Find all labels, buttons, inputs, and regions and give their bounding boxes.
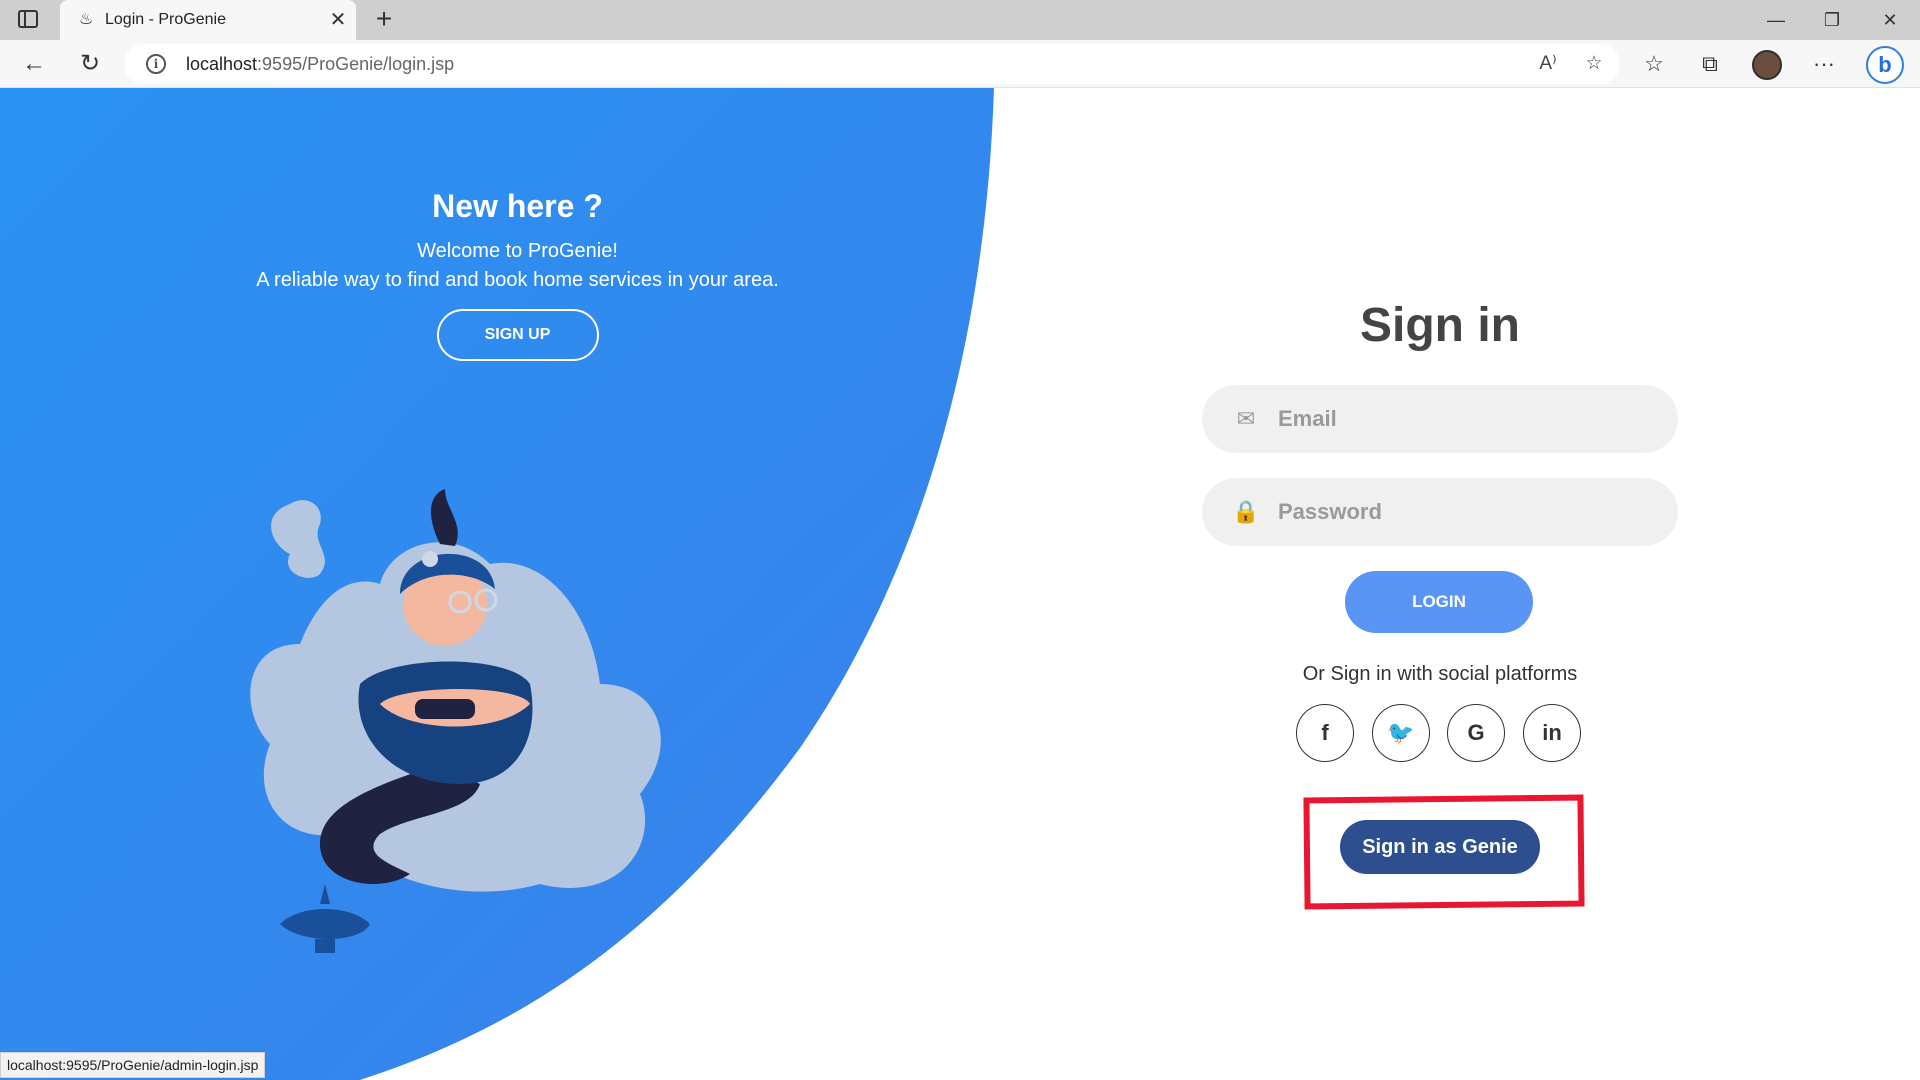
login-button[interactable]: LOGIN (1345, 571, 1533, 633)
signin-title: Sign in (1360, 299, 1520, 352)
reload-icon[interactable]: ↻ (74, 48, 106, 80)
window-close-icon[interactable]: ✕ (1862, 0, 1918, 40)
favorites-icon[interactable]: ☆ (1638, 48, 1670, 80)
read-aloud-icon[interactable]: A⁾ (1534, 50, 1562, 78)
email-field[interactable]: ✉ (1202, 385, 1678, 453)
password-field[interactable]: 🔒 (1202, 478, 1678, 546)
twitter-icon[interactable]: 🐦 (1372, 704, 1430, 762)
bing-icon[interactable]: b (1866, 46, 1904, 84)
url-text[interactable]: localhost:9595/ProGenie/login.jsp (186, 54, 454, 75)
browser-tab[interactable]: ♨ Login - ProGenie ✕ (60, 0, 356, 40)
social-signin-text: Or Sign in with social platforms (1302, 663, 1578, 685)
facebook-icon[interactable]: f (1296, 704, 1354, 762)
new-tab-icon[interactable]: + (368, 4, 400, 36)
url-path: :9595/ProGenie/login.jsp (257, 54, 455, 74)
back-arrow-icon[interactable]: ← (18, 48, 50, 80)
login-page: New here ? Welcome to ProGenie! A reliab… (0, 88, 1920, 1080)
browser-tab-bar: ♨ Login - ProGenie ✕ + — ❐ ✕ (0, 0, 1920, 40)
profile-avatar[interactable] (1752, 50, 1782, 80)
info-icon[interactable]: i (146, 54, 166, 74)
browser-toolbar: ← ↻ i localhost:9595/ProGenie/login.jsp … (0, 40, 1920, 88)
hero-tagline: A reliable way to find and book home ser… (256, 269, 779, 291)
email-input[interactable] (1278, 399, 1658, 439)
hero-title: New here ? (432, 188, 603, 224)
google-icon[interactable]: G (1447, 704, 1505, 762)
restore-icon[interactable]: ❐ (1804, 0, 1860, 40)
genie-illustration (250, 489, 661, 953)
signup-button[interactable]: SIGN UP (436, 309, 599, 361)
genie-lamp-favicon-icon: ♨ (78, 11, 94, 28)
social-icons: f 🐦 G in (1296, 704, 1586, 762)
lock-icon: 🔒 (1232, 499, 1260, 524)
add-favorite-icon[interactable]: ☆ (1580, 50, 1608, 78)
password-input[interactable] (1278, 492, 1658, 532)
more-icon[interactable]: ··· (1808, 48, 1840, 80)
envelope-icon: ✉ (1236, 406, 1256, 431)
tab-title: Login - ProGenie (105, 11, 226, 28)
collections-icon[interactable]: ⧉ (1694, 48, 1726, 80)
hero-section: New here ? Welcome to ProGenie! A reliab… (150, 188, 885, 361)
linkedin-icon[interactable]: in (1523, 704, 1581, 762)
tab-close-icon[interactable]: ✕ (326, 8, 350, 32)
minimize-icon[interactable]: — (1748, 0, 1804, 40)
tab-sidebar-icon[interactable] (18, 10, 38, 28)
address-bar[interactable]: i localhost:9595/ProGenie/login.jsp A⁾ ☆ (124, 44, 1620, 84)
status-bar-url: localhost:9595/ProGenie/admin-login.jsp (0, 1052, 266, 1078)
sign-in-as-genie-button[interactable]: Sign in as Genie (1340, 820, 1540, 874)
hero-welcome: Welcome to ProGenie! (417, 240, 618, 262)
url-host: localhost (186, 54, 258, 74)
